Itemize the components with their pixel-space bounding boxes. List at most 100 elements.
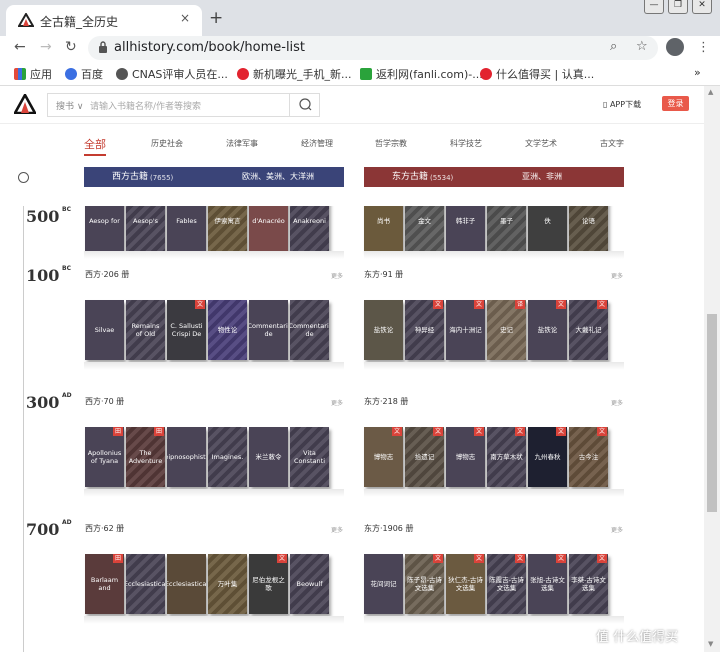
new-tab-button[interactable]: +: [209, 8, 223, 28]
book-card[interactable]: 张旭-古诗文选集 文: [528, 554, 567, 614]
category-history-society[interactable]: 历史社会: [151, 138, 183, 149]
url-bar[interactable]: allhistory.com/book/home-list ⌕ ☆: [88, 36, 658, 60]
book-card[interactable]: 尚书: [364, 206, 403, 251]
book-title: Deipnosophistae: [167, 453, 206, 461]
book-card[interactable]: Ecclesiastical: [126, 554, 165, 614]
scrollbar-thumb[interactable]: [707, 314, 717, 512]
category-ancient-script[interactable]: 古文字: [600, 138, 624, 149]
book-card[interactable]: 金文: [405, 206, 444, 251]
book-card[interactable]: 陈霞吉-古诗文选集 文: [487, 554, 526, 614]
allhistory-logo[interactable]: [14, 94, 36, 114]
book-card[interactable]: 韩非子: [446, 206, 485, 251]
bookmark-weibo[interactable]: 新机曝光_手机_新...: [237, 66, 352, 82]
book-card[interactable]: d'Anacréo: [249, 206, 288, 251]
book-card[interactable]: Deipnosophistae: [167, 427, 206, 487]
book-card[interactable]: 花间词记: [364, 554, 403, 614]
book-card[interactable]: Fables: [167, 206, 206, 251]
category-all[interactable]: 全部: [84, 136, 106, 156]
category-literature-art[interactable]: 文学艺术: [525, 138, 557, 149]
category-law-military[interactable]: 法律军事: [226, 138, 258, 149]
bookmark-baidu[interactable]: 百度: [65, 66, 103, 82]
more-bookmarks-button[interactable]: »: [694, 66, 701, 79]
app-download-link[interactable]: ▯ APP下载: [603, 99, 641, 110]
book-card[interactable]: The Adventure 田: [126, 427, 165, 487]
book-card[interactable]: 狄仁杰-古诗文选集 文: [446, 554, 485, 614]
browser-menu-icon[interactable]: ⋮: [697, 40, 710, 55]
book-card[interactable]: Remains of Old: [126, 300, 165, 360]
search-button[interactable]: [289, 94, 320, 116]
book-card[interactable]: Vita Constanti: [290, 427, 329, 487]
book-type-badge: 文: [392, 427, 402, 436]
reload-icon[interactable]: ↻: [65, 39, 77, 55]
book-card[interactable]: 物性论: [208, 300, 247, 360]
profile-avatar-icon[interactable]: [666, 38, 684, 56]
more-link[interactable]: 更多: [331, 271, 343, 280]
book-card[interactable]: 史记 译: [487, 300, 526, 360]
book-card[interactable]: 大戴礼记 文: [569, 300, 608, 360]
eastern-classics-button[interactable]: 东方古籍 (5534) 亚洲、非洲: [364, 167, 624, 187]
scroll-down-arrow-icon[interactable]: ▼: [708, 640, 713, 648]
more-link[interactable]: 更多: [611, 398, 623, 407]
book-card[interactable]: 博物志 文: [364, 427, 403, 487]
browser-tab[interactable]: 全古籍_全历史 ×: [6, 5, 202, 36]
book-title: Fables: [176, 217, 197, 225]
book-card[interactable]: 佚: [528, 206, 567, 251]
book-card[interactable]: 拾遗记 文: [405, 427, 444, 487]
forward-arrow-icon[interactable]: →: [40, 39, 52, 55]
category-science-craft[interactable]: 科学技艺: [450, 138, 482, 149]
bookmark-cnas[interactable]: CNAS评审人员在...: [116, 66, 228, 82]
book-card[interactable]: Commentarii de: [290, 300, 329, 360]
book-card[interactable]: 盐铁论: [364, 300, 403, 360]
restore-button[interactable]: ❐: [668, 0, 688, 14]
book-card[interactable]: 陈子昂-古诗文选集 文: [405, 554, 444, 614]
book-card[interactable]: C. Sallusti Crispi De 文: [167, 300, 206, 360]
book-card[interactable]: 九州春秋 文: [528, 427, 567, 487]
book-card[interactable]: Silvae: [85, 300, 124, 360]
book-card[interactable]: 海内十洲记 文: [446, 300, 485, 360]
bookmark-fanli[interactable]: 返利网(fanli.com)-...: [360, 66, 483, 82]
book-card[interactable]: Barlaam and 田: [85, 554, 124, 614]
book-card[interactable]: 盐铁论 文: [528, 300, 567, 360]
book-card[interactable]: 论语: [569, 206, 608, 251]
minimize-button[interactable]: —: [644, 0, 664, 14]
book-card[interactable]: 李桀-古诗文选集 文: [569, 554, 608, 614]
book-card[interactable]: Aesop's: [126, 206, 165, 251]
page-scrollbar[interactable]: ▲ ▼: [704, 86, 720, 652]
bookmark-apps[interactable]: 应用: [14, 66, 52, 82]
more-link[interactable]: 更多: [331, 525, 343, 534]
book-card[interactable]: Aesop for: [85, 206, 124, 251]
book-card[interactable]: Imagines.: [208, 427, 247, 487]
browser-tab-bar: 全古籍_全历史 × + — ❐ ✕: [0, 0, 720, 36]
book-card[interactable]: 尼伯龙根之歌 文: [249, 554, 288, 614]
close-window-button[interactable]: ✕: [692, 0, 712, 14]
book-card[interactable]: 米兰敕令: [249, 427, 288, 487]
zoom-icon[interactable]: ⌕: [610, 39, 617, 54]
book-card[interactable]: Commentarii de: [249, 300, 288, 360]
book-card[interactable]: 古今注 文: [569, 427, 608, 487]
bookmark-star-icon[interactable]: ☆: [636, 39, 648, 54]
scroll-up-arrow-icon[interactable]: ▲: [708, 88, 713, 96]
book-card[interactable]: 博物志 文: [446, 427, 485, 487]
search-input[interactable]: 请输入书籍名称/作者等搜索: [90, 99, 201, 112]
category-philosophy-religion[interactable]: 哲学宗教: [375, 138, 407, 149]
western-classics-button[interactable]: 西方古籍 (7655) 欧洲、美洲、大洋洲: [84, 167, 344, 187]
book-card[interactable]: 万叶集: [208, 554, 247, 614]
login-button[interactable]: 登录: [662, 96, 689, 111]
more-link[interactable]: 更多: [611, 525, 623, 534]
book-card[interactable]: 南方草木状 文: [487, 427, 526, 487]
bookmark-smzdm[interactable]: 什么值得买 | 认真...: [480, 66, 594, 82]
more-link[interactable]: 更多: [331, 398, 343, 407]
book-card[interactable]: Anakreoni: [290, 206, 329, 251]
tab-close-icon[interactable]: ×: [180, 11, 190, 25]
book-card[interactable]: 伊索寓言: [208, 206, 247, 251]
book-card[interactable]: Ecclesiastical: [167, 554, 206, 614]
category-economics[interactable]: 经济管理: [301, 138, 333, 149]
back-arrow-icon[interactable]: ←: [14, 39, 26, 55]
book-card[interactable]: Apollonius of Tyana 田: [85, 427, 124, 487]
search-category-select[interactable]: 搜书 ∨: [56, 99, 83, 112]
more-link[interactable]: 更多: [611, 271, 623, 280]
book-title: 九州春秋: [534, 453, 561, 461]
book-card[interactable]: 神异经 文: [405, 300, 444, 360]
book-card[interactable]: 墨子: [487, 206, 526, 251]
book-card[interactable]: Beowulf: [290, 554, 329, 614]
